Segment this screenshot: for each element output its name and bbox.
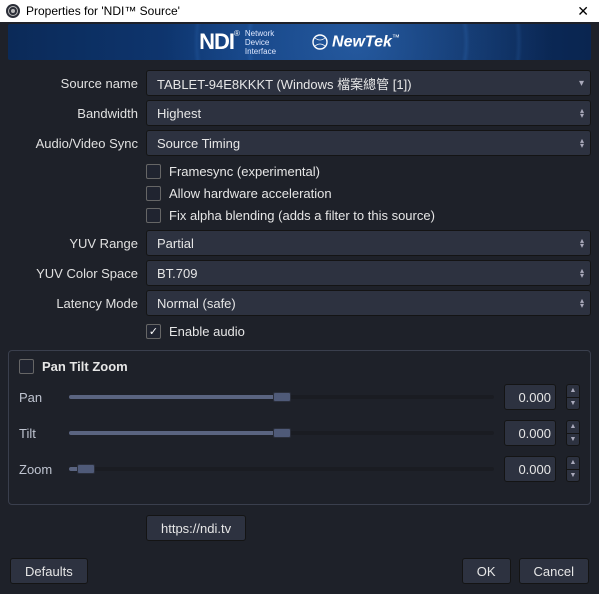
latency-value: Normal (safe) — [157, 296, 236, 311]
av-sync-value: Source Timing — [157, 136, 240, 151]
framesync-checkbox[interactable] — [146, 164, 161, 179]
fix-alpha-checkbox[interactable] — [146, 208, 161, 223]
ndi-subtext: Network Device Interface — [245, 29, 276, 56]
slider-thumb[interactable] — [273, 428, 291, 438]
zoom-value[interactable]: 0.000 — [504, 456, 556, 482]
yuv-range-label: YUV Range — [8, 236, 138, 251]
chevron-down-icon: ▾ — [579, 81, 584, 86]
bandwidth-label: Bandwidth — [8, 106, 138, 121]
enable-audio-label: Enable audio — [169, 324, 245, 339]
newtek-logo: NewTek™ — [312, 33, 400, 51]
latency-select[interactable]: Normal (safe) ▴▾ — [146, 290, 591, 316]
yuv-space-value: BT.709 — [157, 266, 197, 281]
yuv-space-label: YUV Color Space — [8, 266, 138, 281]
source-name-value: TABLET-94E8KKKT (Windows 檔案總管 [1]) — [157, 74, 412, 93]
yuv-range-value: Partial — [157, 236, 194, 251]
ndi-banner: NDI® Network Device Interface NewTek™ — [8, 24, 591, 60]
pan-label: Pan — [19, 390, 59, 405]
window-title: Properties for 'NDI™ Source' — [26, 4, 573, 18]
tilt-label: Tilt — [19, 426, 59, 441]
ndi-link-button[interactable]: https://ndi.tv — [146, 515, 246, 541]
slider-thumb[interactable] — [273, 392, 291, 402]
cancel-button[interactable]: Cancel — [519, 558, 589, 584]
obs-icon — [6, 4, 20, 18]
updown-icon: ▴▾ — [580, 298, 584, 308]
source-name-select[interactable]: TABLET-94E8KKKT (Windows 檔案總管 [1]) ▾ — [146, 70, 591, 96]
zoom-label: Zoom — [19, 462, 59, 477]
slider-thumb[interactable] — [77, 464, 95, 474]
framesync-label: Framesync (experimental) — [169, 164, 320, 179]
tilt-slider[interactable] — [69, 431, 494, 435]
ptz-checkbox[interactable] — [19, 359, 34, 374]
updown-icon: ▴▾ — [580, 268, 584, 278]
ptz-group: Pan Tilt Zoom Pan 0.000 ▲▼ Tilt 0.000 ▲▼… — [8, 350, 591, 505]
defaults-button[interactable]: Defaults — [10, 558, 88, 584]
bandwidth-value: Highest — [157, 106, 201, 121]
pan-value[interactable]: 0.000 — [504, 384, 556, 410]
title-bar: Properties for 'NDI™ Source' ✕ — [0, 0, 599, 22]
yuv-space-select[interactable]: BT.709 ▴▾ — [146, 260, 591, 286]
tilt-value[interactable]: 0.000 — [504, 420, 556, 446]
av-sync-label: Audio/Video Sync — [8, 136, 138, 151]
source-name-label: Source name — [8, 76, 138, 91]
updown-icon: ▴▾ — [580, 238, 584, 248]
ndi-logo: NDI® — [199, 29, 239, 55]
latency-label: Latency Mode — [8, 296, 138, 311]
pan-stepper[interactable]: ▲▼ — [566, 384, 580, 410]
tilt-stepper[interactable]: ▲▼ — [566, 420, 580, 446]
zoom-slider[interactable] — [69, 467, 494, 471]
bandwidth-select[interactable]: Highest ▴▾ — [146, 100, 591, 126]
ptz-label: Pan Tilt Zoom — [42, 359, 128, 374]
av-sync-select[interactable]: Source Timing ▴▾ — [146, 130, 591, 156]
hw-accel-label: Allow hardware acceleration — [169, 186, 332, 201]
hw-accel-checkbox[interactable] — [146, 186, 161, 201]
updown-icon: ▴▾ — [580, 108, 584, 118]
close-icon[interactable]: ✕ — [573, 3, 593, 20]
ok-button[interactable]: OK — [462, 558, 511, 584]
zoom-stepper[interactable]: ▲▼ — [566, 456, 580, 482]
enable-audio-checkbox[interactable] — [146, 324, 161, 339]
yuv-range-select[interactable]: Partial ▴▾ — [146, 230, 591, 256]
updown-icon: ▴▾ — [580, 138, 584, 148]
fix-alpha-label: Fix alpha blending (adds a filter to thi… — [169, 208, 435, 223]
pan-slider[interactable] — [69, 395, 494, 399]
